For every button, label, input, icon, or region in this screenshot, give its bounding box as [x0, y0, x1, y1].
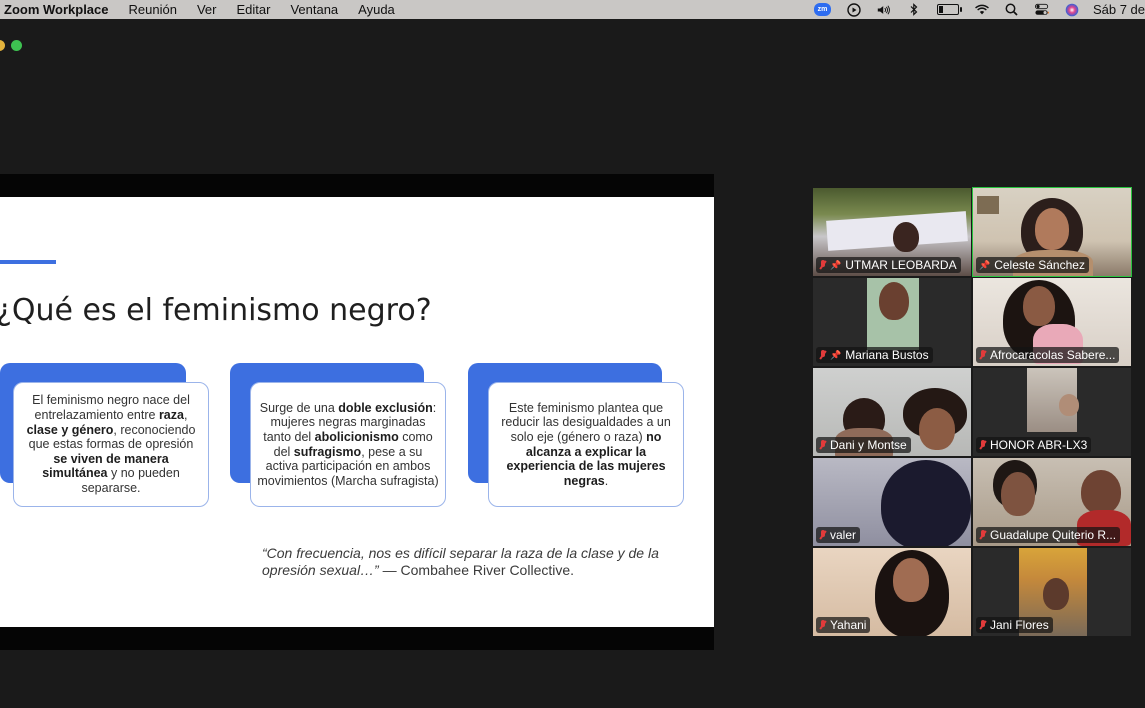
participant-name: Mariana Bustos [845, 348, 929, 362]
participant-image [879, 282, 909, 320]
slide-quote: “Con frecuencia, nos es difícil separar … [262, 545, 682, 579]
video-tile-9[interactable]: Jani Flores [973, 548, 1131, 636]
video-tile-3[interactable]: Afrocaracolas Sabere... [973, 278, 1131, 366]
muted-mic-icon [979, 439, 987, 451]
participant-name-tag: Yahani [816, 617, 871, 633]
participant-name-tag: Dani y Montse [816, 437, 911, 453]
slide-card-2: Surge de una doble exclusión: mujeres ne… [250, 382, 446, 507]
minimize-window-button[interactable] [0, 40, 5, 51]
muted-mic-icon [819, 259, 827, 271]
shared-screen: ¿Qué es el feminismo negro? El feminismo… [0, 174, 714, 650]
muted-mic-icon [819, 439, 827, 451]
wall-frame-image [977, 196, 999, 214]
muted-mic-icon [979, 619, 987, 631]
play-circle-icon[interactable] [847, 2, 861, 17]
video-tile-8[interactable]: Yahani [813, 548, 971, 636]
battery-icon[interactable] [936, 4, 962, 15]
search-icon[interactable] [1005, 3, 1019, 16]
status-area: zm Sáb 7 de [806, 0, 1145, 19]
muted-mic-icon [819, 349, 827, 361]
menubar-clock[interactable]: Sáb 7 de [1093, 2, 1145, 17]
muted-mic-icon [979, 349, 987, 361]
participant-name-tag: 📌 Mariana Bustos [816, 347, 933, 363]
participant-name: Afrocaracolas Sabere... [990, 348, 1116, 362]
pin-icon: 📌 [830, 350, 842, 360]
card-text-bold: raza [158, 408, 184, 423]
menu-editar[interactable]: Editar [236, 0, 270, 19]
card-text: El feminismo negro nace del entrelazamie… [20, 393, 202, 495]
menu-ventana[interactable]: Ventana [290, 0, 338, 19]
card-text: Surge de una doble exclusión: mujeres ne… [257, 401, 439, 489]
siri-icon[interactable] [1065, 3, 1079, 16]
participant-image [893, 222, 919, 252]
participant-image [893, 558, 929, 602]
card-text-bold: sufragismo [293, 444, 362, 459]
participant-name-tag: Guadalupe Quiterio R... [976, 527, 1121, 543]
card-text-bold: doble exclusión [338, 400, 433, 415]
participant-image [1059, 394, 1079, 416]
participant-image [1023, 286, 1055, 326]
bluetooth-icon[interactable] [907, 3, 921, 16]
menu-reunion[interactable]: Reunión [129, 0, 177, 19]
menu-bar: Zoom Workplace Reunión Ver Editar Ventan… [0, 0, 1145, 19]
participant-name-tag: 📌 Celeste Sánchez [976, 257, 1089, 273]
muted-mic-icon [819, 529, 827, 541]
card-text-run: . [604, 473, 609, 488]
muted-mic-icon [819, 619, 827, 631]
video-tile-4[interactable]: Dani y Montse [813, 368, 971, 456]
participant-name: Guadalupe Quiterio R... [990, 528, 1117, 542]
participant-name: HONOR ABR-LX3 [990, 438, 1088, 452]
title-accent-line [0, 260, 56, 264]
video-tile-0[interactable]: 📌 UTMAR LEOBARDA [813, 188, 971, 276]
participant-image [881, 460, 971, 546]
video-tile-2[interactable]: 📌 Mariana Bustos [813, 278, 971, 366]
video-tile-5[interactable]: HONOR ABR-LX3 [973, 368, 1131, 456]
video-tile-1[interactable]: 📌 Celeste Sánchez [972, 187, 1132, 277]
presentation-slide: ¿Qué es el feminismo negro? El feminismo… [0, 197, 714, 627]
participant-image [1081, 470, 1121, 514]
slide-card-3: Este feminismo plantea que reducir las d… [488, 382, 684, 507]
participant-image [919, 408, 955, 450]
volume-icon[interactable] [877, 4, 891, 16]
participant-name: Celeste Sánchez [994, 258, 1085, 272]
quote-attribution: — Combahee River Collective. [378, 562, 575, 578]
participant-name: valer [830, 528, 857, 542]
participant-image [1001, 472, 1035, 516]
participant-name: Jani Flores [990, 618, 1049, 632]
participant-name-tag: Jani Flores [976, 617, 1053, 633]
slide-title: ¿Qué es el feminismo negro? [0, 293, 432, 328]
wifi-icon[interactable] [975, 4, 989, 16]
card-text-bold: abolicionismo [314, 429, 399, 444]
participant-name: Yahani [830, 618, 867, 632]
card-text: Este feminismo plantea que reducir las d… [495, 401, 677, 489]
card-text-bold: clase y género [26, 422, 114, 437]
control-center-icon[interactable] [1034, 3, 1049, 16]
participant-name-tag: HONOR ABR-LX3 [976, 437, 1092, 453]
app-menu[interactable]: Zoom Workplace [4, 0, 109, 19]
participant-name-tag: Afrocaracolas Sabere... [976, 347, 1120, 363]
participant-name-tag: 📌 UTMAR LEOBARDA [816, 257, 961, 273]
pin-icon: 📌 [979, 260, 991, 270]
pin-icon: 📌 [830, 260, 842, 270]
participant-image [1035, 208, 1069, 250]
fullscreen-window-button[interactable] [11, 40, 22, 51]
menu-ayuda[interactable]: Ayuda [358, 0, 395, 19]
video-tile-6[interactable]: valer [813, 458, 971, 546]
slide-card-1: El feminismo negro nace del entrelazamie… [13, 382, 209, 507]
zoom-status-icon[interactable]: zm [813, 3, 831, 16]
muted-mic-icon [979, 529, 987, 541]
participant-name: UTMAR LEOBARDA [845, 258, 957, 272]
participant-image [1043, 578, 1069, 610]
participant-name-tag: valer [816, 527, 861, 543]
video-tile-7[interactable]: Guadalupe Quiterio R... [973, 458, 1131, 546]
card-text-run: Surge de una [259, 400, 339, 415]
participant-name: Dani y Montse [830, 438, 907, 452]
menu-ver[interactable]: Ver [197, 0, 217, 19]
card-text-run: , [183, 408, 188, 423]
